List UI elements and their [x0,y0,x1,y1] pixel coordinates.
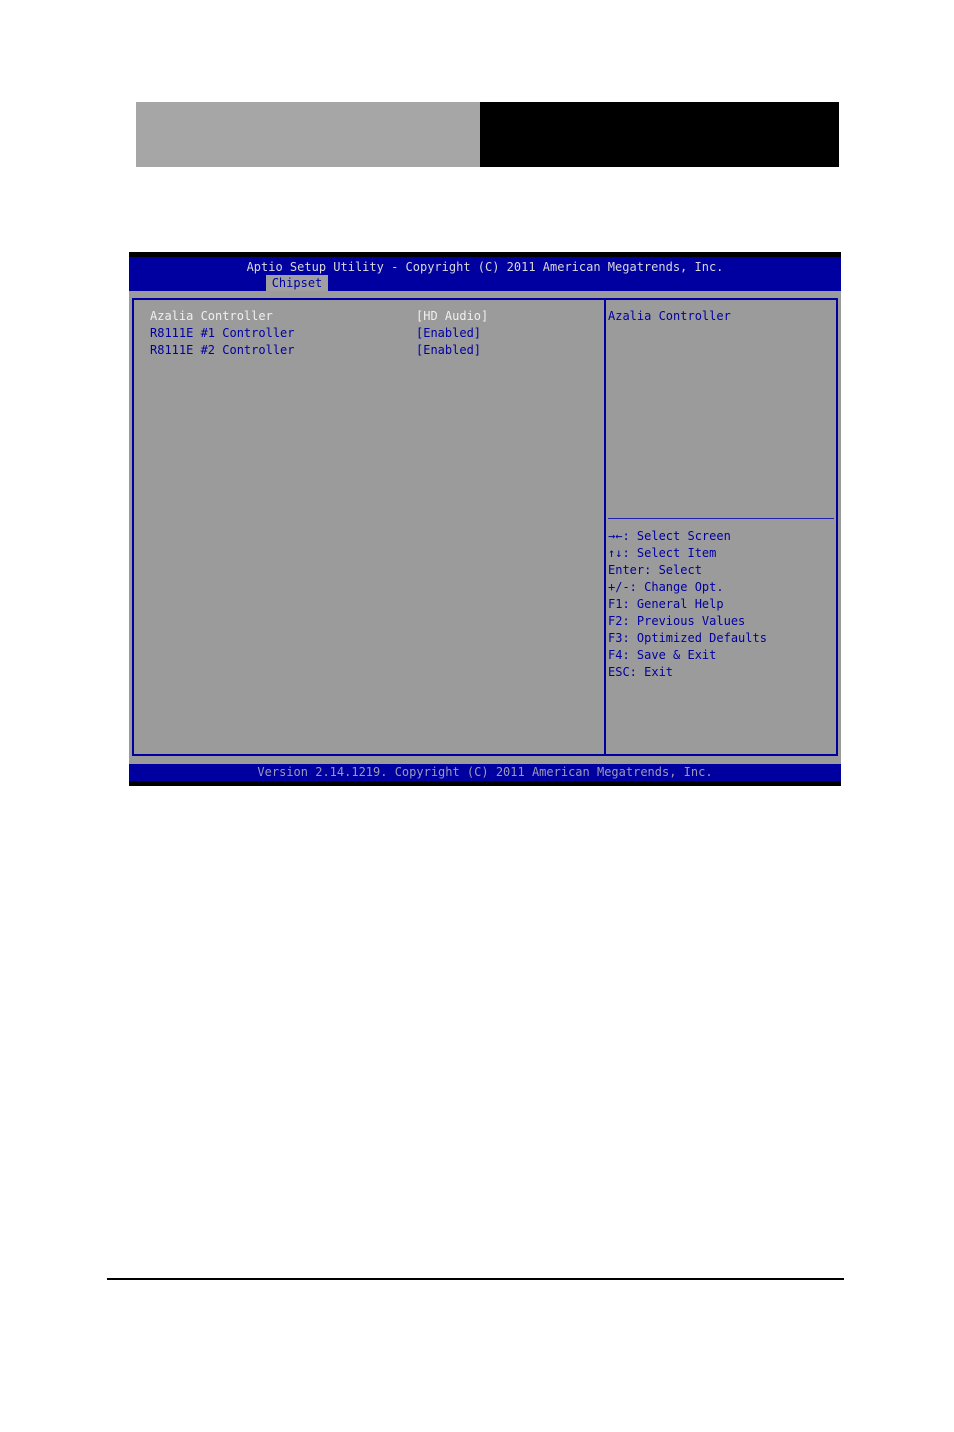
page-header-banner-right [480,102,839,167]
up-down-arrows-icon: ↑↓ [608,546,623,560]
bios-version-text: Version 2.14.1219. Copyright (C) 2011 Am… [257,765,713,779]
key-help-select-screen: →←: Select Screen [608,529,767,546]
key-help-esc: ESC: Exit [608,665,674,679]
item-help-text: Azalia Controller [608,309,731,323]
page-header-banner-left [136,102,480,167]
left-right-arrows-icon: →← [608,529,623,543]
key-help-text: : Select Item [622,546,717,560]
panel-divider-vertical [604,300,606,754]
key-help-select-item: ↑↓: Select Item [608,546,767,563]
bios-content-frame: Azalia Controller [HD Audio] R8111E #1 C… [132,298,838,756]
key-help-f3: F3: Optimized Defaults [608,631,767,645]
bios-header: Aptio Setup Utility - Copyright (C) 2011… [129,257,841,291]
setting-r8111e-1-controller-label[interactable]: R8111E #1 Controller [150,326,295,340]
key-help-text: : Select Screen [622,529,731,543]
bios-title: Aptio Setup Utility - Copyright (C) 2011… [246,260,724,274]
key-help-enter: Enter: Select [608,563,702,577]
key-help-f2: F2: Previous Values [608,614,746,628]
bios-footer: Version 2.14.1219. Copyright (C) 2011 Am… [129,764,841,781]
help-divider-horizontal [608,518,834,519]
setting-azalia-controller-label[interactable]: Azalia Controller [150,309,273,323]
setting-r8111e-2-controller-label[interactable]: R8111E #2 Controller [150,343,295,357]
tab-chipset[interactable]: Chipset [266,275,328,291]
key-help-change-opt: +/-: Change Opt. [608,580,724,594]
bios-bottom-border [129,781,841,786]
key-help-f1: F1: General Help [608,597,724,611]
bios-setup-screen: Aptio Setup Utility - Copyright (C) 2011… [129,252,841,786]
setting-r8111e-1-controller-value[interactable]: [Enabled] [416,326,481,340]
key-help-list: →←: Select Screen ↑↓: Select Item Enter:… [608,529,767,682]
setting-r8111e-2-controller-value[interactable]: [Enabled] [416,343,481,357]
page-footer-rule [107,1278,844,1280]
key-help-f4: F4: Save & Exit [608,648,717,662]
setting-azalia-controller-value[interactable]: [HD Audio] [416,309,488,323]
bios-body: Azalia Controller [HD Audio] R8111E #1 C… [129,291,841,764]
